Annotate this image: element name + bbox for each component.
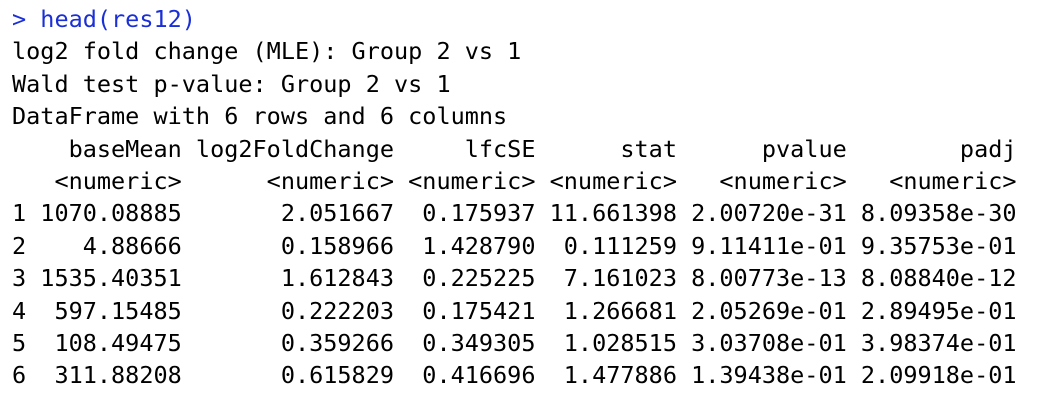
command-text: head(res12) <box>40 5 196 33</box>
table-row: 3 1535.40351 1.612843 0.225225 7.161023 … <box>12 264 1017 293</box>
table-row: 2 4.88666 0.158966 1.428790 0.111259 9.1… <box>12 231 1017 260</box>
info-line-fold-change: log2 fold change (MLE): Group 2 vs 1 <box>12 37 522 66</box>
info-line-wald-test: Wald test p-value: Group 2 vs 1 <box>12 69 451 98</box>
table-header: baseMean log2FoldChange lfcSE stat pvalu… <box>12 134 1017 163</box>
command-line: > head(res12) <box>12 3 1050 35</box>
table-row: 1 1070.08885 2.051667 0.175937 11.661398… <box>12 199 1017 228</box>
table-row: 5 108.49475 0.359266 0.349305 1.028515 3… <box>12 328 1017 357</box>
prompt-symbol: > <box>12 5 41 33</box>
table-row: 4 597.15485 0.222203 0.175421 1.266681 2… <box>12 296 1017 325</box>
info-line-dataframe: DataFrame with 6 rows and 6 columns <box>12 102 508 131</box>
r-console[interactable]: > head(res12) log2 fold change (MLE): Gr… <box>0 0 1050 418</box>
table-row: 6 311.88208 0.615829 0.416696 1.477886 1… <box>12 361 1017 390</box>
table-type-row: <numeric> <numeric> <numeric> <numeric> … <box>12 166 1017 195</box>
